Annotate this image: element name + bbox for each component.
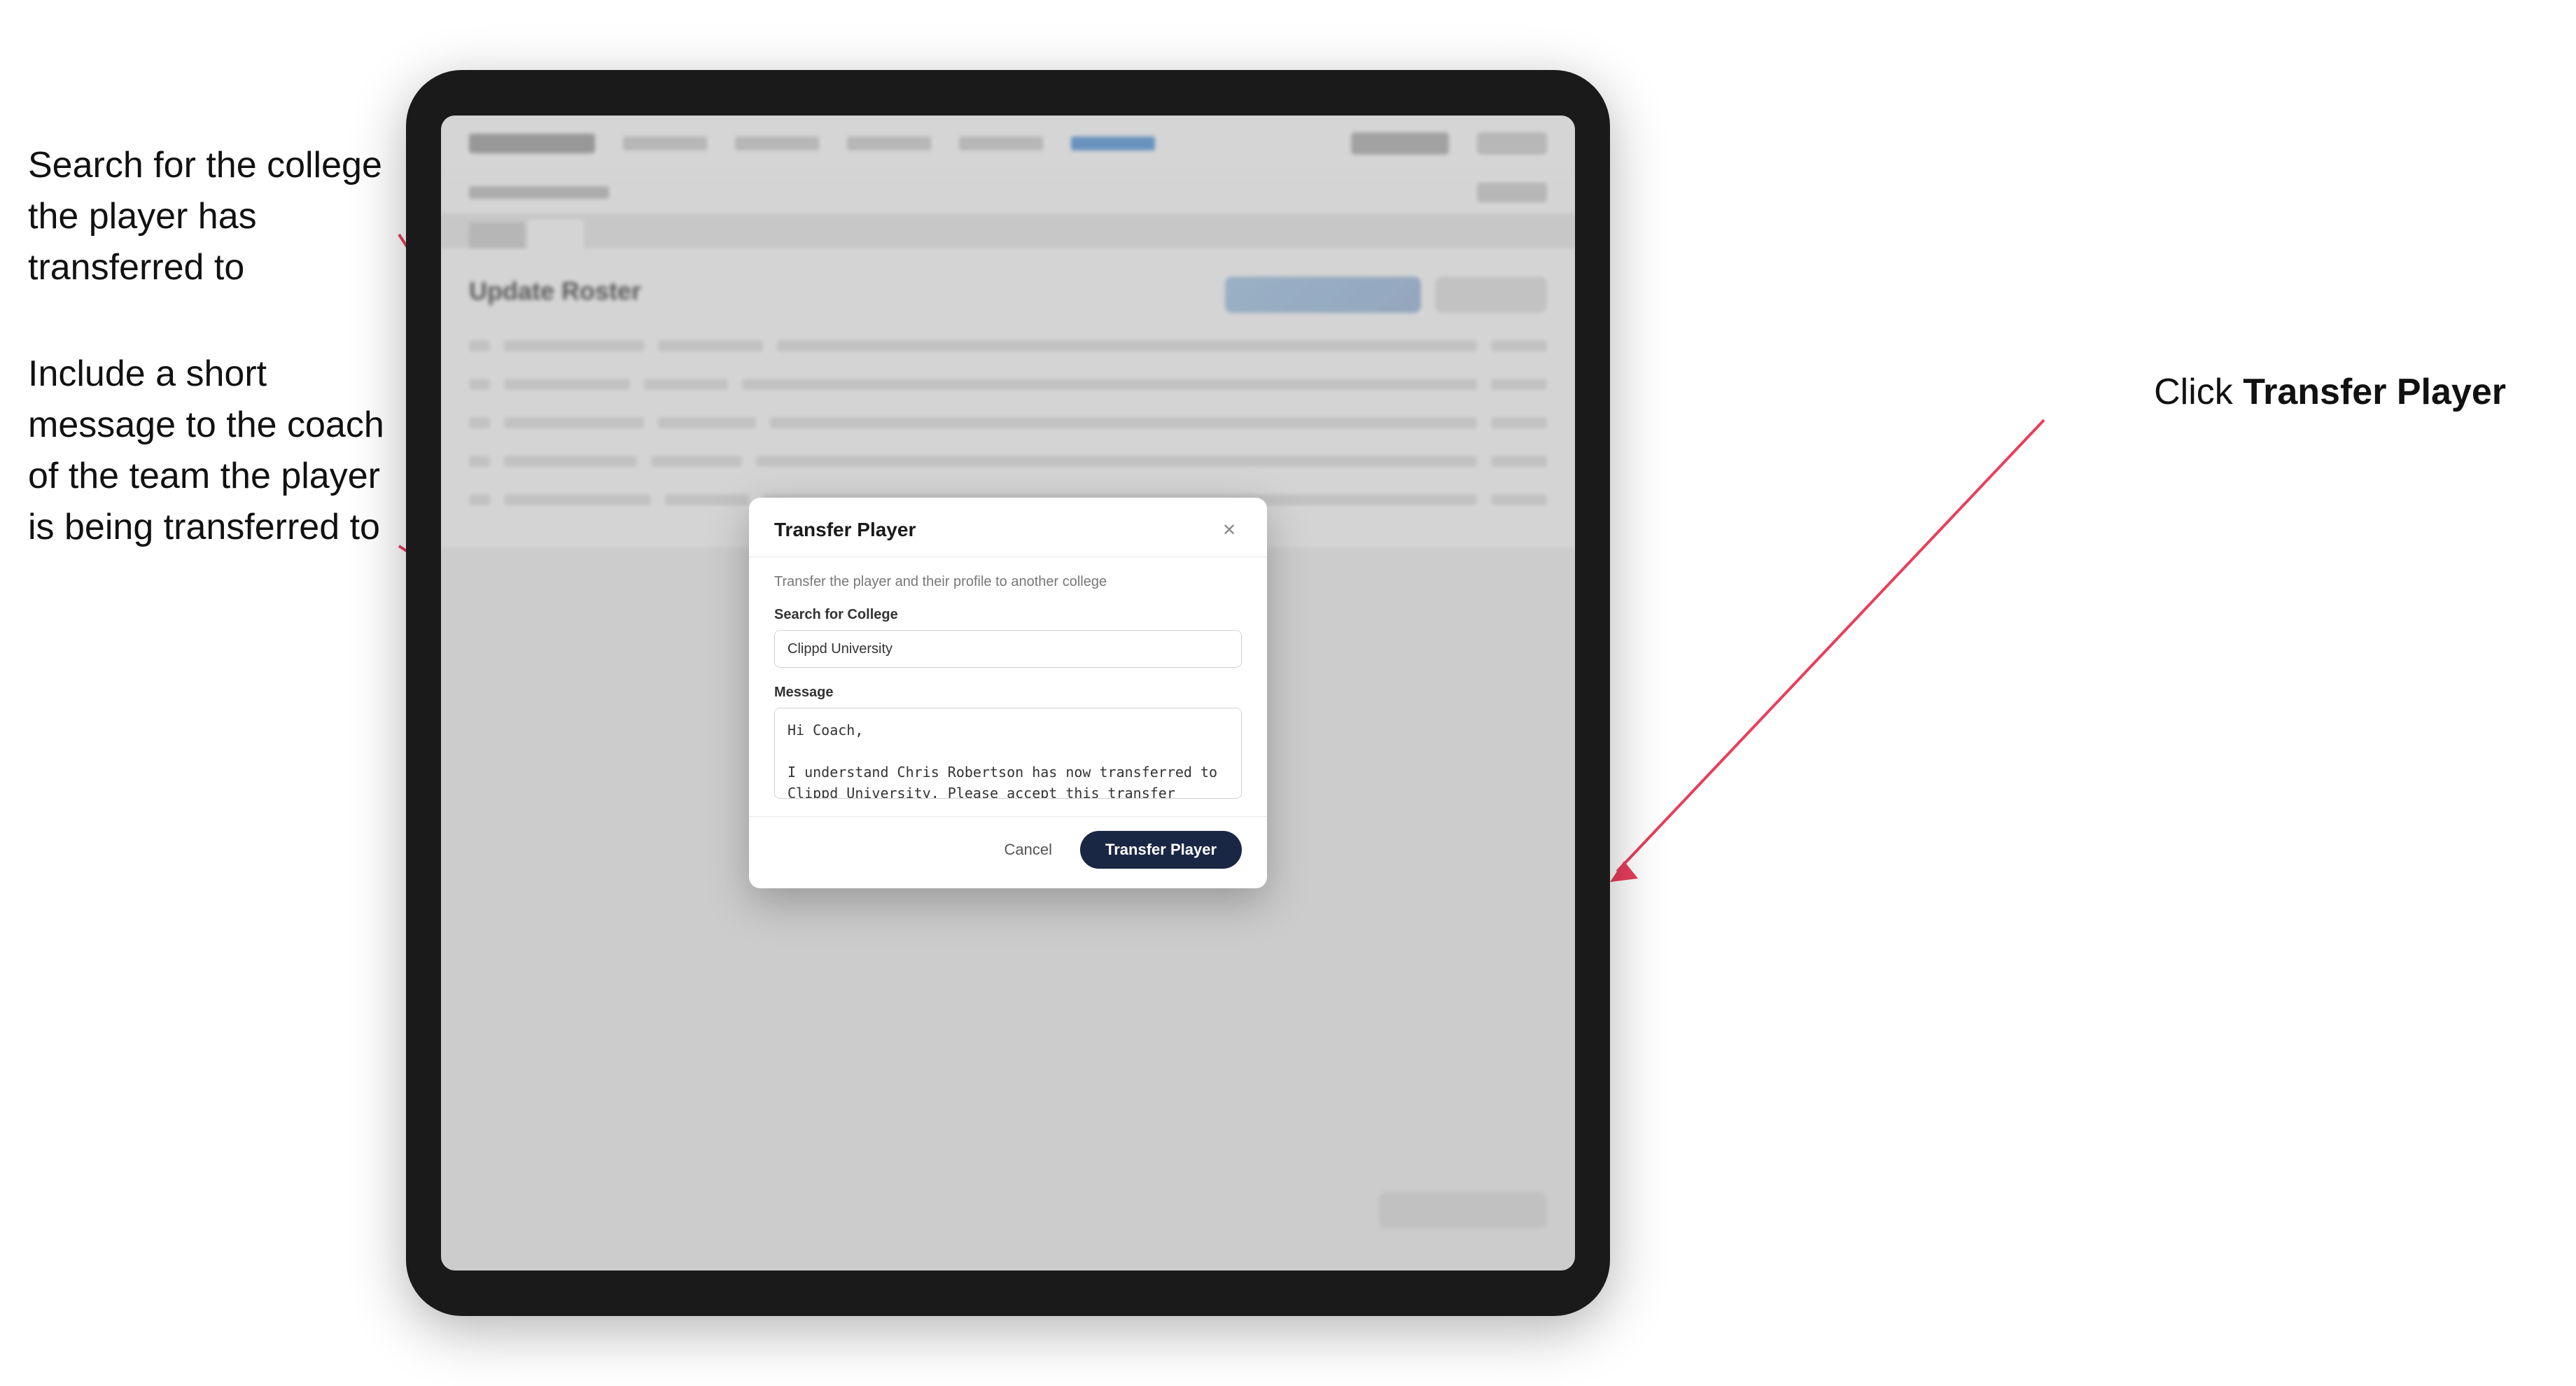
modal-subtitle: Transfer the player and their profile to… xyxy=(774,574,1242,590)
modal-title: Transfer Player xyxy=(774,519,916,541)
transfer-player-modal: Transfer Player ✕ Transfer the player an… xyxy=(749,498,1267,888)
annotation-text-2: Include a short message to the coach of … xyxy=(28,354,384,547)
modal-body: Transfer the player and their profile to… xyxy=(749,557,1267,816)
modal-overlay: Transfer Player ✕ Transfer the player an… xyxy=(441,115,1575,1270)
modal-footer: Cancel Transfer Player xyxy=(749,816,1267,888)
cancel-button[interactable]: Cancel xyxy=(990,832,1066,867)
annotation-right: Click Transfer Player xyxy=(2154,371,2506,413)
modal-close-button[interactable]: ✕ xyxy=(1217,517,1242,542)
tablet-device: Update Roster xyxy=(406,70,1610,1316)
message-textarea[interactable]: Hi Coach, I understand Chris Robertson h… xyxy=(774,708,1242,799)
tablet-screen: Update Roster xyxy=(441,115,1575,1270)
message-label: Message xyxy=(774,685,1242,701)
modal-header: Transfer Player ✕ xyxy=(749,498,1267,557)
annotation-right-bold: Transfer Player xyxy=(2243,372,2506,412)
college-label: Search for College xyxy=(774,607,1242,623)
annotation-left: Search for the college the player has tr… xyxy=(28,140,392,553)
college-search-input[interactable] xyxy=(774,630,1242,668)
annotation-text-1: Search for the college the player has tr… xyxy=(28,145,382,288)
transfer-player-button[interactable]: Transfer Player xyxy=(1080,831,1242,869)
annotation-right-prefix: Click xyxy=(2154,372,2243,412)
